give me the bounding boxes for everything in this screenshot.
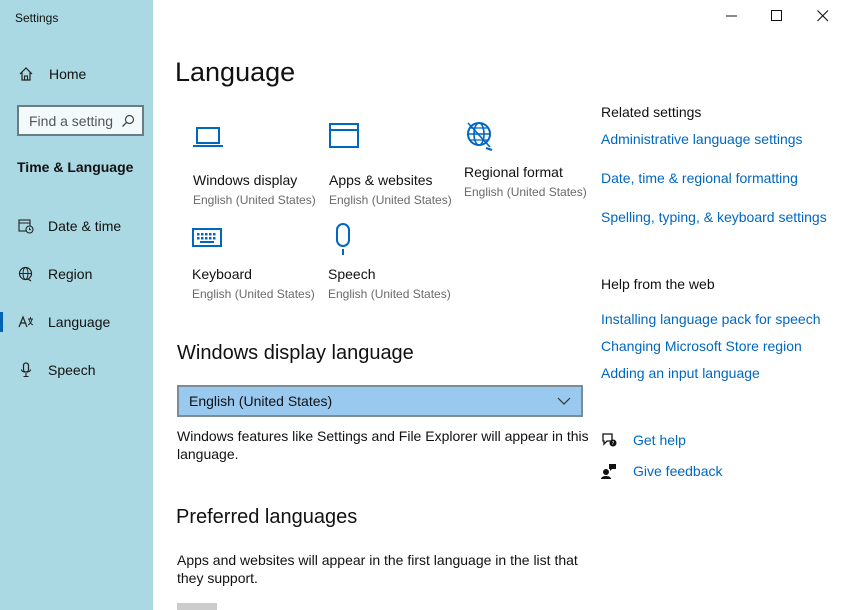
tile-name: Regional format	[464, 164, 563, 180]
home-nav-item[interactable]: Home	[0, 60, 153, 88]
date-time-regional-link[interactable]: Date, time & regional formatting	[601, 170, 798, 186]
give-feedback-link[interactable]: Give feedback	[633, 463, 723, 479]
language-icon	[18, 315, 34, 328]
search-icon	[122, 114, 135, 127]
sidebar-item-label: Language	[48, 314, 111, 330]
tile-keyboard[interactable]: Keyboard English (United States)	[192, 226, 322, 316]
display-language-description: Windows features like Settings and File …	[177, 428, 589, 462]
display-language-heading: Windows display language	[177, 342, 414, 364]
minimize-button[interactable]	[709, 4, 755, 28]
preferred-languages-heading: Preferred languages	[176, 506, 358, 528]
add-language-button[interactable]	[177, 603, 217, 610]
tile-subtitle: English (United States)	[193, 193, 316, 207]
regional-globe-icon	[467, 122, 493, 151]
feedback-icon	[601, 464, 616, 479]
tile-regional-format[interactable]: Regional format English (United States)	[464, 120, 594, 210]
monitor-icon	[193, 127, 223, 147]
microphone-icon	[20, 362, 32, 378]
tile-subtitle: English (United States)	[329, 193, 452, 207]
spelling-typing-keyboard-link[interactable]: Spelling, typing, & keyboard settings	[601, 209, 827, 225]
search-input[interactable]: Find a setting	[17, 105, 144, 136]
get-help-icon: ?	[602, 433, 617, 447]
store-region-link[interactable]: Changing Microsoft Store region	[601, 338, 802, 354]
display-language-value: English (United States)	[189, 393, 333, 409]
tile-subtitle: English (United States)	[464, 185, 587, 199]
related-settings-title: Related settings	[601, 104, 702, 120]
page-title: Language	[175, 57, 296, 87]
window-icon	[329, 123, 359, 148]
globe-icon	[18, 266, 33, 282]
tile-name: Apps & websites	[329, 172, 433, 188]
sidebar: Settings Home Find a setting Time & Lang…	[0, 0, 153, 610]
sidebar-item-speech[interactable]: Speech	[0, 355, 153, 385]
preferred-languages-description: Apps and websites will appear in the fir…	[177, 551, 589, 587]
help-from-web-title: Help from the web	[601, 276, 715, 292]
minimize-icon	[726, 15, 737, 17]
close-icon	[817, 10, 829, 22]
maximize-icon	[771, 10, 782, 21]
tile-apps-websites[interactable]: Apps & websites English (United States)	[329, 122, 459, 212]
sidebar-item-label: Region	[48, 266, 93, 282]
sidebar-item-label: Date & time	[48, 218, 122, 234]
tile-subtitle: English (United States)	[328, 287, 451, 301]
tile-subtitle: English (United States)	[192, 287, 315, 301]
keyboard-icon	[192, 228, 222, 247]
tile-name: Speech	[328, 266, 376, 282]
sidebar-item-region[interactable]: Region	[0, 259, 153, 289]
chevron-down-icon	[557, 397, 571, 405]
sidebar-item-language[interactable]: Language	[0, 307, 153, 337]
install-speech-pack-link[interactable]: Installing language pack for speech	[601, 311, 820, 327]
calendar-clock-icon	[18, 219, 34, 234]
search-placeholder: Find a setting	[29, 113, 114, 129]
active-indicator	[0, 312, 3, 332]
tile-name: Windows display	[193, 172, 298, 188]
maximize-button[interactable]	[754, 4, 800, 28]
app-title: Settings	[15, 11, 59, 25]
get-help-link[interactable]: Get help	[633, 432, 686, 448]
section-title: Time & Language	[17, 159, 134, 175]
add-input-language-link[interactable]: Adding an input language	[601, 365, 760, 381]
preferred-description-text: Apps and websites will appear in the fir…	[177, 552, 578, 586]
sidebar-item-label: Speech	[48, 362, 96, 378]
home-label: Home	[49, 66, 87, 82]
home-icon	[19, 67, 33, 81]
admin-language-settings-link[interactable]: Administrative language settings	[601, 131, 803, 147]
tile-windows-display[interactable]: Windows display English (United States)	[193, 126, 323, 216]
svg-text:?: ?	[612, 441, 615, 447]
sidebar-item-date-time[interactable]: Date & time	[0, 211, 153, 241]
tile-name: Keyboard	[192, 266, 252, 282]
tile-speech[interactable]: Speech English (United States)	[328, 222, 458, 312]
microphone-icon	[336, 223, 350, 255]
display-language-select[interactable]: English (United States)	[177, 385, 583, 417]
close-button[interactable]	[800, 4, 841, 28]
